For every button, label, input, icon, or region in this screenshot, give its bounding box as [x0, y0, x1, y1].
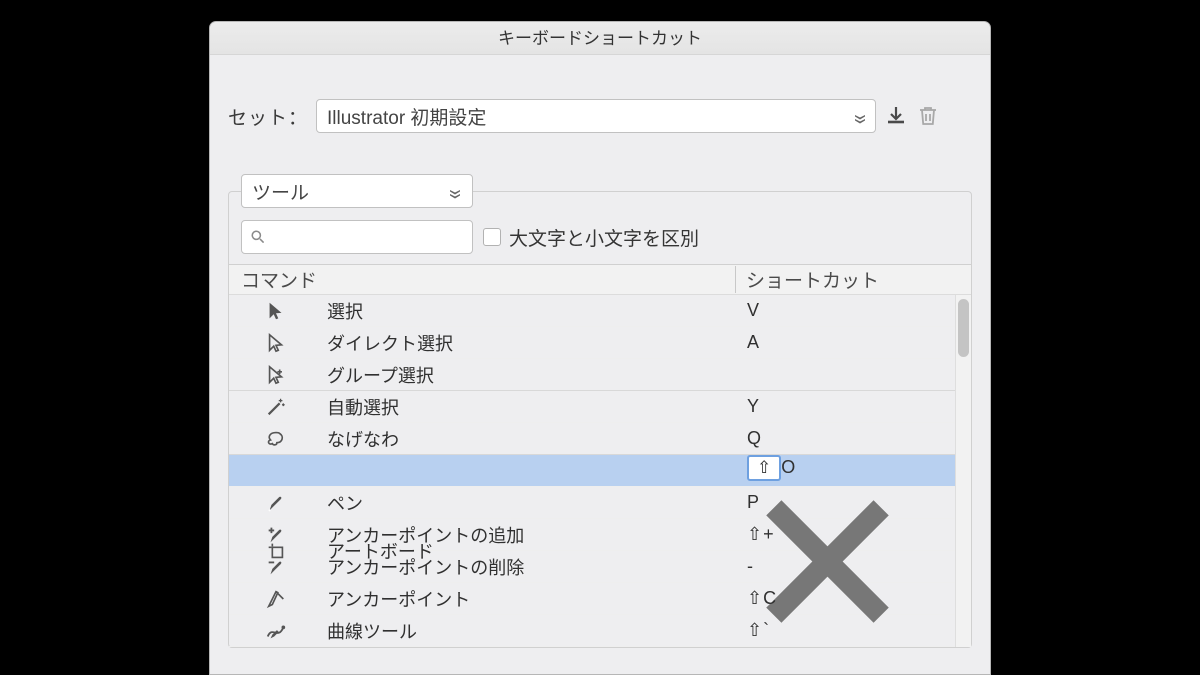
selection-tool-icon — [229, 300, 323, 322]
chevron-down-icon — [448, 184, 462, 198]
set-row: セット： Illustrator 初期設定 — [228, 99, 972, 133]
case-sensitive-label: 大文字と小文字を区別 — [509, 224, 699, 251]
addpt-tool-icon — [229, 524, 323, 546]
search-input[interactable] — [270, 228, 464, 246]
table-body: 選択Vダイレクト選択Aグループ選択自動選択YなげなわQアートボード⇧OペンPアン… — [229, 295, 971, 647]
search-input-wrapper[interactable] — [241, 220, 473, 254]
wand-tool-icon — [229, 396, 323, 418]
command-name: ペン — [323, 490, 735, 516]
chevron-down-icon — [853, 109, 867, 123]
shortcut-cell[interactable]: Y — [735, 396, 908, 417]
shortcut-cell[interactable]: Q — [735, 428, 908, 449]
table-row[interactable]: グループ選択 — [229, 359, 971, 391]
shortcut-cell[interactable]: P — [735, 492, 908, 513]
category-select-value: ツール — [252, 178, 309, 205]
checkbox-box — [483, 228, 501, 246]
set-select[interactable]: Illustrator 初期設定 — [316, 99, 876, 133]
delete-set-button[interactable] — [916, 104, 940, 128]
delpt-tool-icon — [229, 556, 323, 578]
scrollbar-thumb[interactable] — [958, 299, 969, 357]
command-name: アンカーポイントの削除 — [323, 554, 735, 580]
command-name: 選択 — [323, 298, 735, 324]
set-select-value: Illustrator 初期設定 — [327, 103, 486, 130]
table-row[interactable]: なげなわQ — [229, 423, 971, 455]
command-name: 自動選択 — [323, 394, 735, 420]
command-name: 曲線ツール — [323, 618, 735, 644]
table-row[interactable]: ダイレクト選択A — [229, 327, 971, 359]
table-header: コマンド ショートカット — [229, 265, 971, 295]
table-row[interactable]: 選択V — [229, 295, 971, 327]
category-select[interactable]: ツール — [241, 174, 473, 208]
dialog-title: キーボードショートカット — [210, 22, 990, 55]
dialog-content: セット： Illustrator 初期設定 — [210, 55, 990, 648]
anchor-tool-icon — [229, 588, 323, 610]
command-name: なげなわ — [323, 426, 735, 452]
shortcut-cell[interactable]: ⇧O — [735, 455, 908, 647]
shortcut-cell[interactable]: V — [735, 300, 908, 321]
shortcut-table: コマンド ショートカット 選択Vダイレクト選択Aグループ選択自動選択YなげなわQ… — [229, 264, 971, 647]
scrollbar[interactable] — [955, 295, 971, 647]
search-icon — [250, 229, 264, 245]
shortcut-cell[interactable]: ⇧C — [735, 588, 908, 609]
shortcut-edit-field[interactable]: ⇧ — [747, 455, 781, 481]
lasso-tool-icon — [229, 428, 323, 450]
table-row[interactable]: アートボード⇧O — [229, 455, 971, 487]
shortcut-groupbox: ツール 大文字と小文字を区別 — [228, 191, 972, 648]
command-name: グループ選択 — [323, 362, 735, 388]
group-tool-icon — [229, 364, 323, 386]
shortcut-cell[interactable]: - — [735, 556, 908, 577]
shortcut-cell[interactable]: ⇧` — [735, 620, 908, 641]
dialog-keyboard-shortcuts: キーボードショートカット セット： Illustrator 初期設定 — [209, 21, 991, 675]
save-set-button[interactable] — [884, 104, 908, 128]
command-name: ダイレクト選択 — [323, 330, 735, 356]
shortcut-cell[interactable]: A — [735, 332, 908, 353]
pen-tool-icon — [229, 492, 323, 514]
direct-tool-icon — [229, 332, 323, 354]
command-name: アンカーポイント — [323, 586, 735, 612]
shortcut-cell[interactable]: ⇧+ — [735, 524, 908, 545]
command-name: アンカーポイントの追加 — [323, 522, 735, 548]
curve-tool-icon — [229, 620, 323, 642]
table-row[interactable]: 自動選択Y — [229, 391, 971, 423]
set-label: セット： — [228, 103, 308, 130]
column-command[interactable]: コマンド — [229, 266, 735, 293]
case-sensitive-checkbox[interactable]: 大文字と小文字を区別 — [483, 224, 699, 251]
column-shortcut[interactable]: ショートカット — [735, 266, 908, 293]
